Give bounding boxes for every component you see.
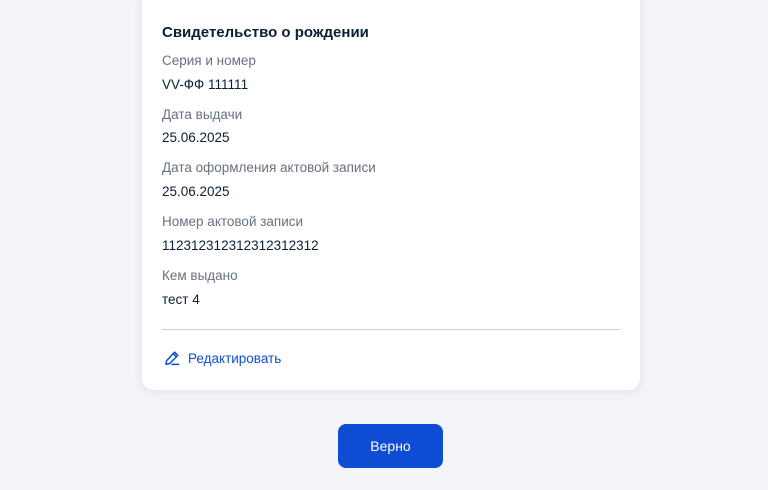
field-value-record-date: 25.06.2025 <box>162 184 230 199</box>
page: Свидетельство о рождении Серия и номер V… <box>0 0 768 490</box>
pencil-icon <box>164 350 180 366</box>
field-value-series-number: VV-ФФ 111111 <box>162 77 249 92</box>
field-value-record-number: 112312312312312312312 <box>162 238 319 253</box>
field-label-series-number: Серия и номер <box>162 53 256 68</box>
field-label-issue-date: Дата выдачи <box>162 107 243 122</box>
field-label-record-number: Номер актовой записи <box>162 214 304 229</box>
field-label-issued-by: Кем выдано <box>162 268 238 283</box>
card-title: Свидетельство о рождении <box>162 24 369 41</box>
edit-link[interactable]: Редактировать <box>164 350 281 366</box>
divider <box>162 329 620 330</box>
document-card: Свидетельство о рождении Серия и номер V… <box>142 0 640 390</box>
confirm-button[interactable]: Верно <box>338 424 443 468</box>
field-value-issue-date: 25.06.2025 <box>162 130 230 145</box>
field-value-issued-by: тест 4 <box>162 292 200 307</box>
edit-link-label: Редактировать <box>188 350 282 366</box>
field-label-record-date: Дата оформления актовой записи <box>162 160 376 175</box>
